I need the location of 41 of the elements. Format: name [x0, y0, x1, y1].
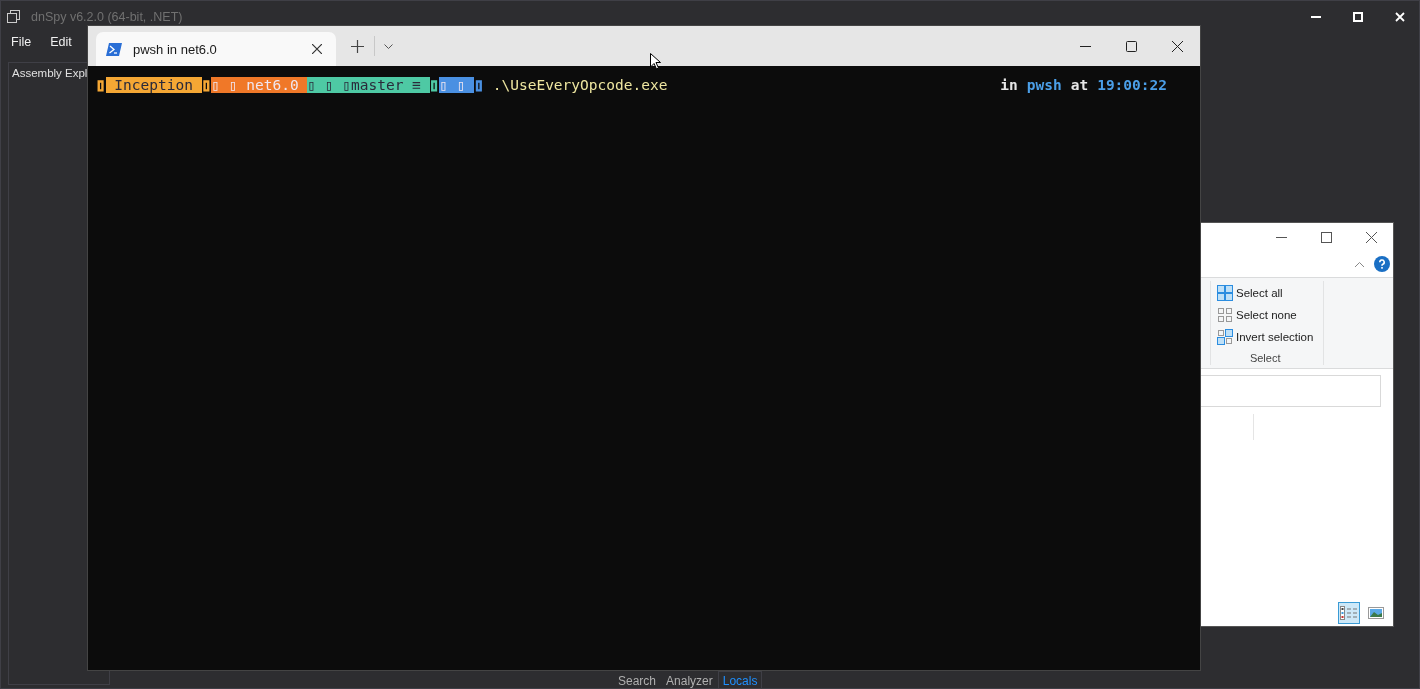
- maximize-icon[interactable]: [1321, 231, 1332, 243]
- grid-icon: [1217, 284, 1233, 301]
- plus-icon[interactable]: [351, 39, 364, 53]
- address-field[interactable]: [1198, 375, 1381, 407]
- prompt-info: in: [1000, 76, 1018, 93]
- windows-icon: [7, 10, 20, 23]
- mouse-pointer-icon: [650, 53, 661, 70]
- group-label: Select: [1248, 352, 1282, 364]
- help-icon[interactable]: [1374, 256, 1390, 272]
- ribbon-button[interactable]: Select none: [1217, 306, 1314, 323]
- menu-item[interactable]: File: [11, 35, 32, 49]
- menu-item[interactable]: Edit: [50, 35, 72, 49]
- panel-title: Assembly Expl: [11, 66, 89, 81]
- prompt-glyph: ▯: [474, 75, 484, 94]
- chevron-up-icon[interactable]: [1354, 260, 1365, 268]
- prompt-segment: Inception: [105, 76, 202, 93]
- prompt-segment: ▯ ▯ net6.0: [211, 76, 308, 93]
- prompt-glyph: ▯: [201, 75, 212, 94]
- ribbon-button[interactable]: Select all: [1217, 284, 1314, 301]
- terminal-icon: [106, 42, 122, 56]
- close-icon[interactable]: [1366, 231, 1377, 243]
- prompt-segment: ▯ ▯: [439, 76, 475, 93]
- grid-icon: [1217, 306, 1233, 323]
- prompt-info: pwsh: [1026, 76, 1062, 93]
- view-button[interactable]: [1338, 602, 1360, 624]
- prompt-segment: ▯ ▯ ▯master ≡: [307, 76, 430, 93]
- maximize-icon[interactable]: [1126, 40, 1137, 52]
- panel-tab[interactable]: Analyzer: [661, 671, 718, 689]
- prompt-info: 19:00:22: [1097, 76, 1167, 93]
- prompt-info: at: [1070, 76, 1089, 93]
- close-icon[interactable]: [312, 44, 322, 54]
- prompt-glyph: ▯: [429, 75, 440, 94]
- close-icon[interactable]: [1172, 40, 1183, 52]
- window-title: dnSpy v6.2.0 (64-bit, .NET): [31, 9, 183, 24]
- prompt-glyph: ▯: [96, 75, 106, 94]
- terminal-tab[interactable]: pwsh in net6.0: [96, 32, 336, 66]
- grid-icon: [1217, 328, 1233, 345]
- ribbon-button[interactable]: Invert selection: [1217, 328, 1314, 345]
- command-text: .\UseEveryOpcode.exe: [492, 76, 668, 93]
- chevron-down-icon[interactable]: [384, 43, 393, 49]
- panel-tab[interactable]: Search: [613, 671, 662, 689]
